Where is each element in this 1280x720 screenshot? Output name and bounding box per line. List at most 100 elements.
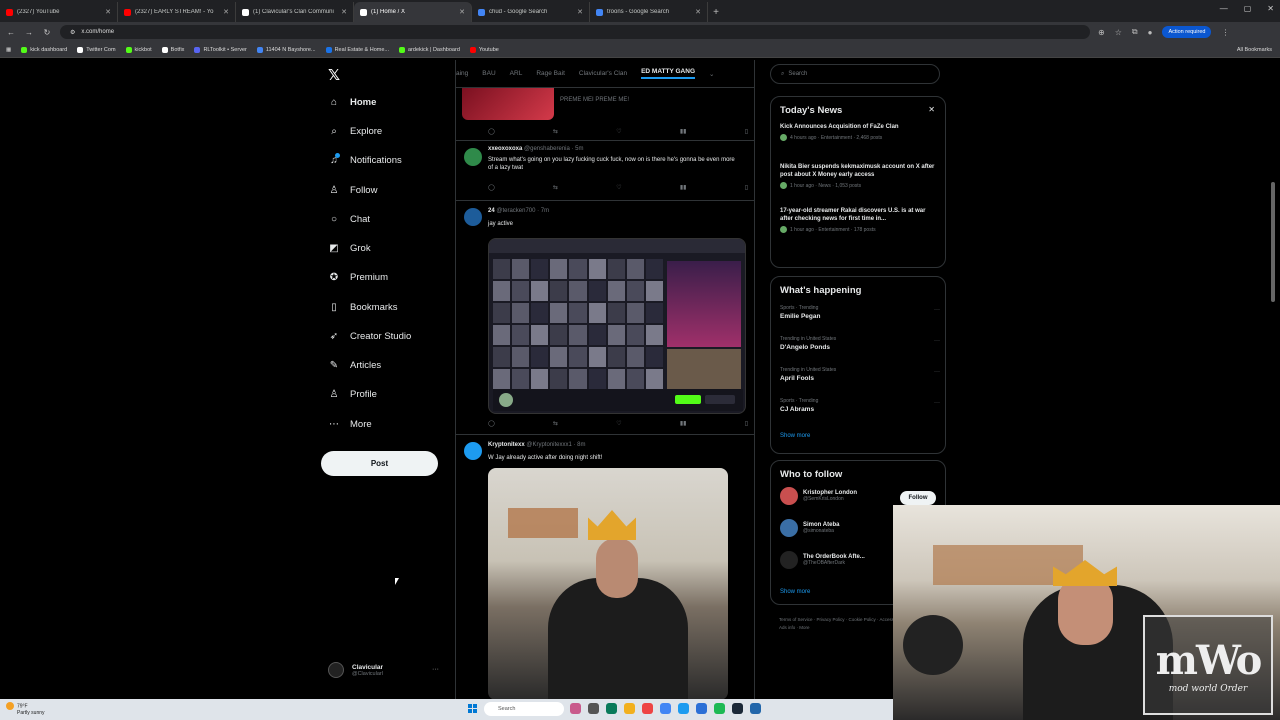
nav-item-profile[interactable]: ♙ Profile xyxy=(328,389,377,400)
topic-tab[interactable]: ARL xyxy=(510,70,523,77)
bookmark-item[interactable]: RLToolkit • Server xyxy=(194,46,247,53)
avatar[interactable] xyxy=(464,148,482,166)
nav-item-premium[interactable]: ✪ Premium xyxy=(328,272,388,283)
post-button[interactable]: Post xyxy=(321,451,438,476)
repost-icon[interactable]: ⇆ xyxy=(553,420,558,427)
chevron-down-icon[interactable]: ⌄ xyxy=(709,70,714,78)
more-icon[interactable]: ··· xyxy=(934,400,940,406)
bookmark-icon[interactable]: ▯ xyxy=(745,184,748,191)
close-tab-icon[interactable]: ✕ xyxy=(459,8,465,16)
repost-icon[interactable]: ⇆ xyxy=(553,128,558,135)
spotify-icon[interactable] xyxy=(714,703,725,714)
close-tab-icon[interactable]: ✕ xyxy=(341,8,347,16)
avatar[interactable] xyxy=(780,551,798,569)
nav-item-articles[interactable]: ✎ Articles xyxy=(328,360,381,371)
bookmark-item[interactable]: 11404 N Bayshore... xyxy=(256,46,316,53)
all-bookmarks-button[interactable]: All Bookmarks xyxy=(1237,47,1272,53)
views-icon[interactable]: ▮▮ xyxy=(680,420,687,427)
scrollbar-thumb[interactable] xyxy=(1271,182,1275,302)
topic-tab[interactable]: aing xyxy=(456,70,468,77)
close-tab-icon[interactable]: ✕ xyxy=(695,8,701,16)
close-icon[interactable]: ✕ xyxy=(1267,4,1274,13)
taskbar-search-input[interactable]: Search xyxy=(484,702,564,716)
app-icon[interactable] xyxy=(642,703,653,714)
like-icon[interactable]: ♡ xyxy=(616,184,621,191)
widgets-icon[interactable] xyxy=(570,703,581,714)
nav-item-notifications[interactable]: ♫ Notifications xyxy=(328,153,402,166)
avatar[interactable] xyxy=(464,442,482,460)
browser-tab[interactable]: (2327) EARLY STREAM! - Yo ✕ xyxy=(118,2,236,22)
nav-item-more[interactable]: ⋯ More xyxy=(328,419,372,430)
bookmark-icon[interactable]: ▯ xyxy=(745,128,748,135)
nav-item-follow[interactable]: ♙ Follow xyxy=(328,185,378,196)
bookmark-item[interactable]: Real Estate & Home... xyxy=(325,46,389,53)
browser-tab[interactable]: (1) Clavicular's Clan Communi ✕ xyxy=(236,2,354,22)
bookmark-item[interactable]: kick dashboard xyxy=(21,46,67,53)
close-tab-icon[interactable]: ✕ xyxy=(577,8,583,16)
account-more-icon[interactable]: ··· xyxy=(432,666,439,673)
bookmark-item[interactable]: Twitter Com xyxy=(77,46,116,53)
new-tab-button[interactable]: + xyxy=(708,7,724,18)
reply-icon[interactable]: ◯ xyxy=(488,128,495,135)
news-item[interactable]: Kick Announces Acquisition of FaZe Clan 4… xyxy=(780,123,940,141)
like-icon[interactable]: ♡ xyxy=(616,128,621,135)
maximize-icon[interactable]: ▢ xyxy=(1244,4,1252,13)
post-image[interactable] xyxy=(462,88,554,120)
trend-item[interactable]: Trending in United States D'Angelo Ponds ·… xyxy=(780,336,940,351)
avatar[interactable] xyxy=(780,519,798,537)
windows-start-icon[interactable] xyxy=(468,704,477,713)
steam-icon[interactable] xyxy=(732,703,743,714)
bookmark-item[interactable]: kickbot xyxy=(125,46,152,53)
nav-item-grok[interactable]: ◩ Grok xyxy=(328,243,370,254)
bookmark-icon[interactable]: ▯ xyxy=(745,420,748,427)
browser-tab[interactable]: (1) Home / X ✕ xyxy=(354,2,472,22)
views-icon[interactable]: ▮▮ xyxy=(680,184,687,191)
news-item[interactable]: Nikita Bier suspends kekmaximusk account… xyxy=(780,163,940,189)
browser-tab[interactable]: (2327) YouTube ✕ xyxy=(0,2,118,22)
post-photo[interactable] xyxy=(488,468,728,700)
topic-tab[interactable]: ED MATTY GANG xyxy=(641,68,696,79)
topic-tab[interactable]: Clavicular's Clan xyxy=(579,70,627,77)
more-icon[interactable]: ··· xyxy=(934,338,940,344)
follow-button[interactable]: Follow xyxy=(900,491,936,505)
minimize-icon[interactable]: — xyxy=(1220,4,1228,13)
site-info-icon[interactable]: ⚙ xyxy=(70,29,75,36)
author-name[interactable]: Kryptonitexx xyxy=(488,442,525,448)
forward-icon[interactable]: → xyxy=(24,28,34,37)
reload-icon[interactable]: ↻ xyxy=(42,28,52,37)
install-icon[interactable]: ⊕ xyxy=(1098,28,1105,37)
close-icon[interactable]: ✕ xyxy=(928,105,935,114)
views-icon[interactable]: ▮▮ xyxy=(680,128,687,135)
star-icon[interactable]: ☆ xyxy=(1115,28,1122,37)
nav-item-creator-studio[interactable]: ➶ Creator Studio xyxy=(328,331,411,342)
trend-item[interactable]: Sports · Trending CJ Abrams ··· xyxy=(780,398,940,413)
more-icon[interactable]: ··· xyxy=(934,369,940,375)
back-icon[interactable]: ← xyxy=(6,28,16,37)
reply-icon[interactable]: ◯ xyxy=(488,184,495,191)
topic-tab[interactable]: BAU xyxy=(482,70,495,77)
app-icon[interactable] xyxy=(678,703,689,714)
more-icon[interactable]: ··· xyxy=(934,307,940,313)
author-name[interactable]: 24 xyxy=(488,208,495,214)
app-icon[interactable] xyxy=(696,703,707,714)
x-logo-icon[interactable]: 𝕏 xyxy=(328,66,340,84)
menu-icon[interactable]: ⋮ xyxy=(1221,28,1229,37)
bookmark-item[interactable]: Youtube xyxy=(469,46,499,53)
trend-item[interactable]: Sports · Trending Emilie Pegan ··· xyxy=(780,305,940,320)
search-input[interactable]: ⌕ Search xyxy=(770,64,940,84)
account-switcher[interactable]: Clavicular @Clavicularl ··· xyxy=(328,662,439,678)
bookmark-item[interactable]: ardekick | Dashboard xyxy=(399,46,460,53)
post-screenshot-image[interactable] xyxy=(488,238,746,414)
close-tab-icon[interactable]: ✕ xyxy=(105,8,111,16)
weather-widget[interactable]: 79°F Partly sunny xyxy=(6,702,45,717)
file-explorer-icon[interactable] xyxy=(624,703,635,714)
repost-icon[interactable]: ⇆ xyxy=(553,184,558,191)
footer-links[interactable]: Terms of Service · Privacy Policy · Cook… xyxy=(779,616,909,632)
show-more-link[interactable]: Show more xyxy=(780,433,810,439)
nav-item-home[interactable]: ⌂ Home xyxy=(328,97,376,108)
avatar[interactable] xyxy=(780,487,798,505)
extension-icon[interactable]: ⧉ xyxy=(1132,27,1138,37)
app-icon[interactable] xyxy=(750,703,761,714)
topic-tab[interactable]: Rage Bait xyxy=(536,70,565,77)
url-input[interactable]: ⚙ x.com/home xyxy=(60,25,1090,39)
